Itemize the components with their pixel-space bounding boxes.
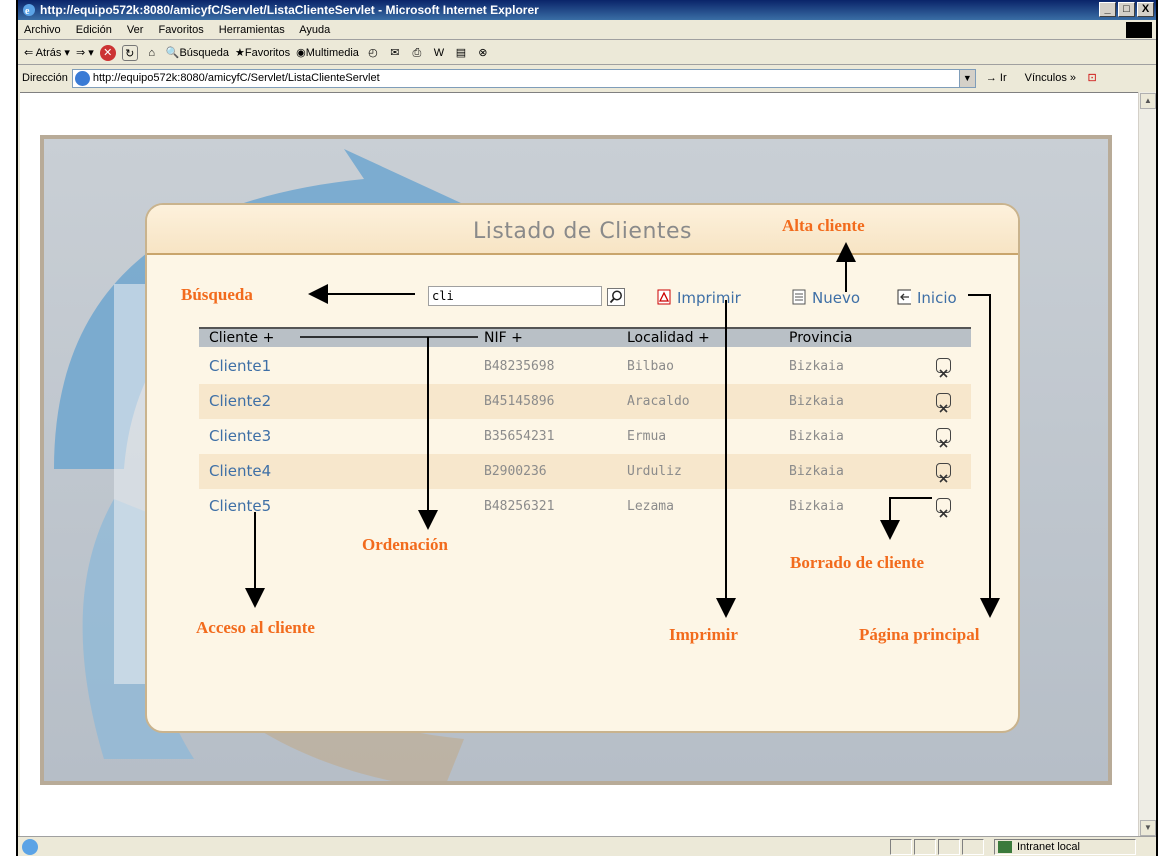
annotation-borrado: Borrado de cliente	[790, 553, 925, 572]
annotation-busqueda: Búsqueda	[181, 285, 253, 304]
annotation-pagina-principal: Página principal	[859, 625, 980, 644]
annotation-alta-cliente: Alta cliente	[782, 216, 865, 235]
annotation-imprimir: Imprimir	[669, 625, 738, 644]
annotation-ordenacion: Ordenación	[362, 535, 448, 554]
annotation-acceso: Acceso al cliente	[196, 618, 315, 637]
annotation-arrows	[245, 242, 1000, 618]
